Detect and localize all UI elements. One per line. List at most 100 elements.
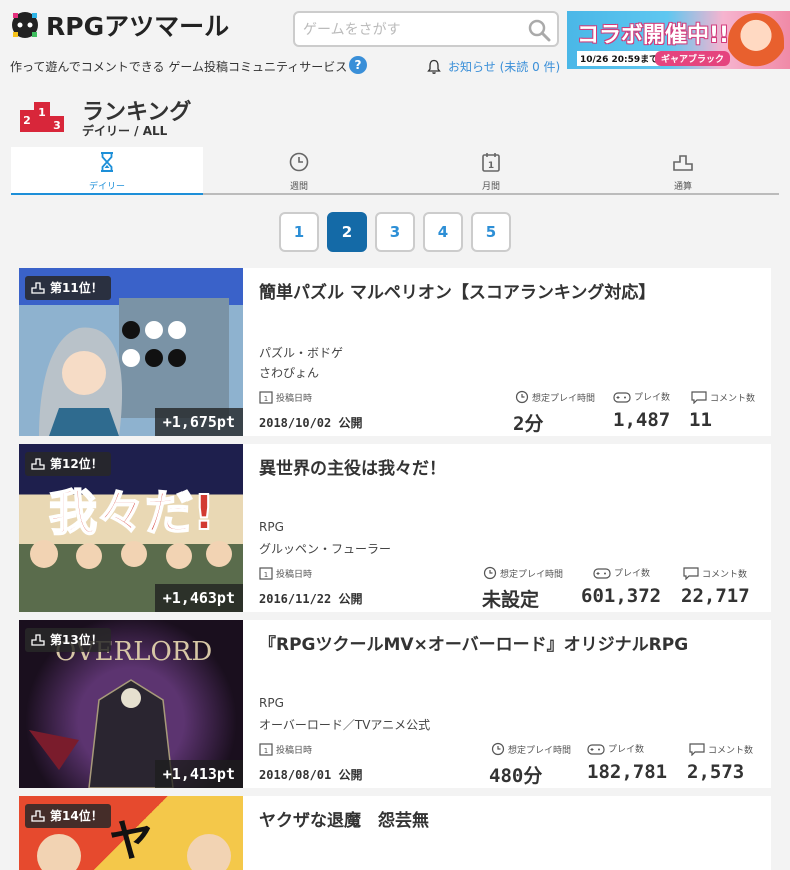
game-card[interactable]: ヤ 第14位！ ヤクザな退魔 怨芸無	[19, 796, 771, 870]
rank-label: 第11位！	[50, 281, 103, 295]
podium-icon	[31, 282, 45, 294]
help-icon[interactable]: ?	[349, 56, 367, 74]
calendar-icon: 1	[259, 743, 273, 756]
clock-icon	[289, 152, 309, 172]
tab-weekly[interactable]: 週間	[203, 147, 395, 193]
game-title[interactable]: 簡単パズル マルペリオン【スコアランキング対応】	[259, 278, 764, 303]
calendar-icon: 1	[259, 391, 273, 404]
page-button-2[interactable]: 2	[327, 212, 367, 252]
tab-label: デイリー	[88, 182, 125, 192]
game-card[interactable]: 第11位！ +1,675pt 簡単パズル マルペリオン【スコアランキング対応】 …	[19, 268, 771, 436]
clock-icon	[515, 390, 529, 404]
hourglass-icon	[101, 152, 113, 172]
tab-label: 通算	[673, 182, 692, 192]
plays-value: 1,487	[613, 409, 671, 431]
podium-icon	[31, 810, 45, 822]
game-genre[interactable]: パズル・ボドゲ	[259, 344, 343, 361]
game-author[interactable]: グルッペン・フューラー	[259, 540, 391, 557]
page-button-5[interactable]: 5	[471, 212, 511, 252]
points-badge: +1,413pt	[154, 760, 243, 788]
posted-date: 2018/10/02 公開	[259, 416, 363, 430]
posted-label: 1 投稿日時	[259, 566, 312, 580]
clock-icon	[483, 566, 497, 580]
banner-character-image	[728, 13, 784, 69]
plays-label: プレイ数	[593, 566, 650, 579]
rank-badge: 第11位！	[25, 276, 111, 300]
playtime-label: 想定プレイ時間	[483, 566, 563, 580]
game-title[interactable]: ヤクザな退魔 怨芸無	[259, 806, 764, 831]
plays-label: プレイ数	[613, 390, 670, 403]
bell-icon	[427, 59, 441, 74]
site-logo[interactable]: RPGアツマール	[10, 10, 266, 41]
playtime-value: 480分	[489, 765, 543, 787]
search-input[interactable]	[303, 19, 523, 41]
page-header: 2 1 3 ランキング デイリー / ALL	[20, 94, 420, 138]
header: RPGアツマール 作って遊んでコメントできる ゲーム投稿コミュニティサービス ?…	[0, 0, 790, 82]
posted-label: 1 投稿日時	[259, 390, 312, 404]
game-title[interactable]: 『RPGツクールMV×オーバーロード』オリジナルRPG	[259, 630, 764, 655]
podium-icon	[31, 634, 45, 646]
comments-label: コメント数	[691, 390, 755, 404]
clock-icon	[491, 742, 505, 756]
svg-text:1: 1	[38, 106, 46, 119]
rank-label: 第14位！	[50, 809, 103, 823]
playtime-label: 想定プレイ時間	[515, 390, 595, 404]
plays-label: プレイ数	[587, 742, 644, 755]
gamepad-icon	[587, 743, 605, 755]
rank-badge: 第14位！	[25, 804, 111, 828]
calendar-icon: 1	[482, 153, 500, 172]
banner-brand: ギャアブラック	[655, 51, 731, 66]
game-thumbnail[interactable]: ヤ 第14位！	[19, 796, 243, 870]
comment-icon	[691, 391, 707, 404]
page-button-1[interactable]: 1	[279, 212, 319, 252]
svg-text:1: 1	[264, 395, 268, 403]
page-subtitle: デイリー / ALL	[82, 124, 168, 138]
game-card[interactable]: OVERLORD 第13位！ +1,413pt 『RPGツクールMV×オーバーロ…	[19, 620, 771, 788]
notification-link[interactable]: お知らせ (未読 0 件)	[426, 58, 560, 75]
playtime-label: 想定プレイ時間	[491, 742, 571, 756]
game-author[interactable]: さわぴょん	[259, 364, 319, 381]
posted-date: 2018/08/01 公開	[259, 768, 363, 782]
collab-banner[interactable]: コラボ開催中!! 10/26 20:59まで ギャアブラック	[567, 11, 790, 69]
points-badge: +1,463pt	[154, 584, 243, 612]
comments-label: コメント数	[683, 566, 747, 580]
tab-total[interactable]: 通算	[587, 147, 779, 193]
game-genre[interactable]: RPG	[259, 520, 284, 534]
tab-monthly[interactable]: 1 月間	[395, 147, 587, 193]
svg-text:ヤ: ヤ	[109, 816, 153, 867]
logo-text: RPGアツマール	[46, 12, 230, 41]
svg-text:1: 1	[264, 571, 268, 579]
rank-label: 第12位！	[50, 457, 103, 471]
posted-date: 2016/11/22 公開	[259, 592, 363, 606]
game-card[interactable]: 我々だ! 第12位！ +1,463pt 異世界の主役は我々だ！ RPG グルッペ…	[19, 444, 771, 612]
playtime-value: 未設定	[482, 589, 540, 611]
svg-text:1: 1	[264, 747, 268, 755]
ranking-period-tabs: デイリー 週間 1 月間 通算	[11, 147, 779, 195]
notification-label: お知らせ (未読 0 件)	[448, 60, 561, 74]
search-icon[interactable]	[527, 18, 551, 42]
site-tagline: 作って遊んでコメントできる ゲーム投稿コミュニティサービス	[10, 60, 348, 74]
page-button-3[interactable]: 3	[375, 212, 415, 252]
comment-icon	[683, 567, 699, 580]
podium-icon	[31, 458, 45, 470]
tab-daily[interactable]: デイリー	[11, 147, 203, 195]
logo-icon	[12, 12, 38, 38]
plays-value: 601,372	[581, 585, 662, 607]
svg-text:我々だ!: 我々だ!	[49, 485, 215, 541]
gamepad-icon	[593, 567, 611, 579]
game-author[interactable]: オーバーロード／TVアニメ公式	[259, 716, 430, 733]
calendar-icon: 1	[259, 567, 273, 580]
game-thumbnail[interactable]: OVERLORD 第13位！ +1,413pt	[19, 620, 243, 788]
svg-text:1: 1	[488, 161, 494, 171]
game-thumbnail[interactable]: 我々だ! 第12位！ +1,463pt	[19, 444, 243, 612]
comments-value: 11	[689, 409, 712, 431]
rank-badge: 第12位！	[25, 452, 111, 476]
game-title[interactable]: 異世界の主役は我々だ！	[259, 454, 764, 479]
game-thumbnail[interactable]: 第11位！ +1,675pt	[19, 268, 243, 436]
page-button-4[interactable]: 4	[423, 212, 463, 252]
ranking-podium-icon: 2 1 3	[20, 102, 64, 132]
game-genre[interactable]: RPG	[259, 696, 284, 710]
search-box	[293, 11, 559, 47]
tab-label: 週間	[289, 182, 308, 192]
comments-value: 2,573	[687, 761, 745, 783]
